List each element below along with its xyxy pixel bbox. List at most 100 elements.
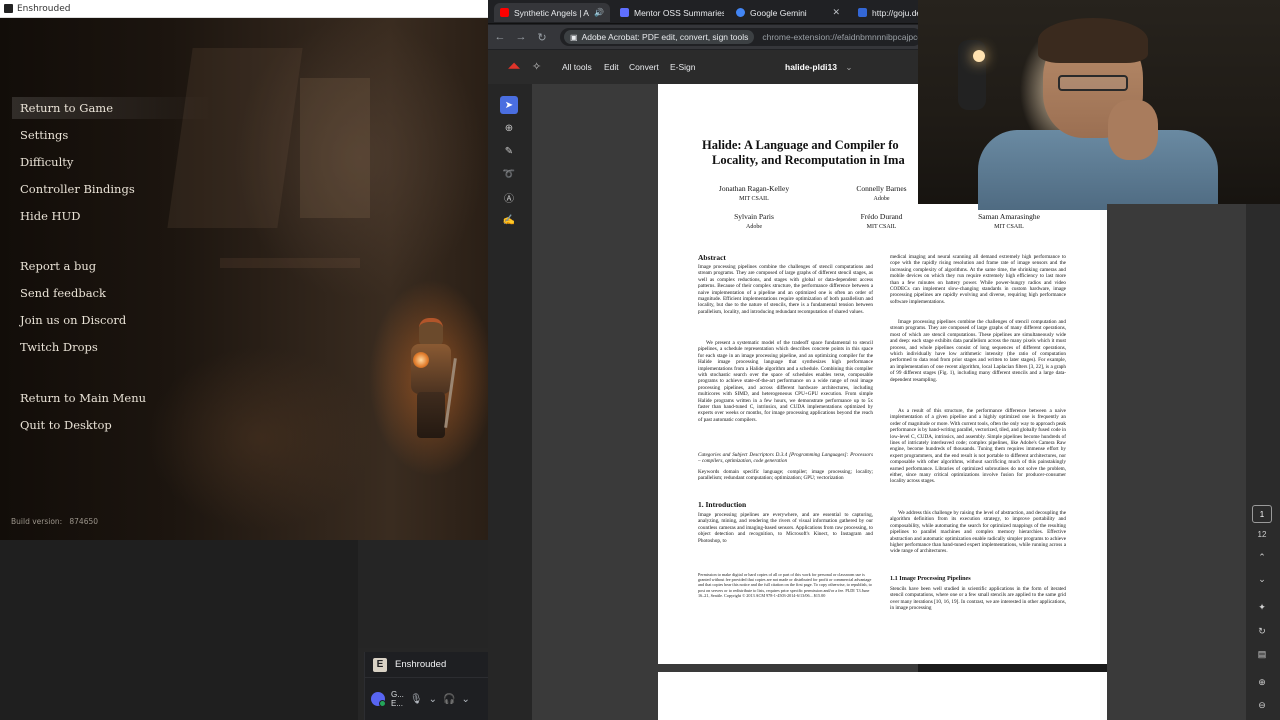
chevron-up-icon[interactable]: ⌃ xyxy=(1252,548,1272,566)
pdf-page-2 xyxy=(658,672,1107,720)
stone-ledge xyxy=(220,258,360,268)
abstract-text: Image processing pipelines combine the c… xyxy=(698,264,873,315)
zoom-out-icon[interactable]: ⊖ xyxy=(1252,696,1272,714)
url-text: chrome-extension://efaidnbmnnnibpcajpcgl… xyxy=(762,32,922,42)
sign-icon[interactable]: ✍ xyxy=(500,211,518,229)
abstract-text-2: We present a systematic model of the tra… xyxy=(698,340,873,423)
chevron-down-icon[interactable]: ⌄ xyxy=(429,694,437,705)
tab-label: Synthetic Angels | A xyxy=(514,7,589,18)
menu-twitch-drops[interactable]: Twitch Drops xyxy=(12,336,212,358)
build-number: 874650 xyxy=(69,517,99,526)
acrobat-tool-rail: ➤ ⊕ ✎ ➰ Ⓐ ✍ xyxy=(488,84,532,720)
document-filename[interactable]: halide-pldi13 ⌄ xyxy=(785,62,852,73)
tab-goju-dev[interactable]: http://goju.dev xyxy=(852,3,922,22)
desktop-panel xyxy=(0,540,358,720)
ai-assistant-icon[interactable]: ✧ xyxy=(532,60,541,73)
abstract-heading: Abstract xyxy=(698,253,726,262)
right-column-text: Image processing pipelines combine the c… xyxy=(890,319,1066,383)
mentor-favicon-icon xyxy=(620,8,629,17)
author-name: Frédo Durand xyxy=(860,212,903,221)
select-cursor-icon[interactable]: ➤ xyxy=(500,96,518,114)
microphone-icon[interactable]: 🎙 xyxy=(410,694,423,705)
menu-quit-desktop[interactable]: Quit to Desktop xyxy=(12,414,212,436)
draw-lasso-icon[interactable]: ➰ xyxy=(500,165,518,183)
tab-synthetic-angels[interactable]: Synthetic Angels | A 🔊 ✕ xyxy=(494,3,610,22)
extension-icon: ▣ xyxy=(570,32,578,42)
tab-google-gemini[interactable]: Google Gemini ✕ xyxy=(730,3,846,22)
build-version: Build version: 874650 xyxy=(11,517,98,526)
acrobat-logo-icon[interactable]: ⏶ xyxy=(506,59,522,75)
menu-settings[interactable]: Settings xyxy=(12,124,212,146)
menu-edit[interactable]: Edit xyxy=(604,62,619,72)
headset-icon[interactable]: 🎧 xyxy=(443,694,455,705)
game-window: Enshrouded Return to Game Settings Diffi… xyxy=(0,0,488,540)
menu-controller-bindings[interactable]: Controller Bindings xyxy=(12,178,212,200)
menu-return-to-game[interactable]: Return to Game xyxy=(12,97,212,119)
extension-chip-label: Adobe Acrobat: PDF edit, convert, sign t… xyxy=(581,32,749,42)
right-column-text: medical imaging and neural scanning all … xyxy=(890,254,1066,305)
menu-convert[interactable]: Convert xyxy=(629,62,659,72)
discord-panel: E Enshrouded G... E... 🎙 ⌄ 🎧 ⌄ xyxy=(364,652,489,720)
desk-lamp xyxy=(973,50,985,62)
enshrouded-app-icon xyxy=(4,4,13,13)
navigation-bar: ← → ↻ ▣ Adobe Acrobat: PDF edit, convert… xyxy=(488,25,922,49)
game-titlebar[interactable]: Enshrouded xyxy=(0,0,488,18)
player-character xyxy=(405,318,457,438)
streamer-hair xyxy=(1038,18,1148,63)
enshrouded-icon: E xyxy=(373,657,387,672)
chevron-down-icon[interactable]: ⌄ xyxy=(461,694,469,705)
gemini-icon xyxy=(736,8,745,17)
user-avatar[interactable] xyxy=(371,692,386,707)
speaker-icon[interactable]: 🔊 xyxy=(594,8,604,17)
author-affiliation: MIT CSAIL xyxy=(866,224,897,230)
menu-report-bug[interactable]: Report a bug xyxy=(12,255,212,277)
menu-all-tools[interactable]: All tools xyxy=(562,62,592,72)
close-icon[interactable]: ✕ xyxy=(832,7,840,18)
page-navigation-rail xyxy=(1246,204,1280,720)
highlight-pen-icon[interactable]: ✎ xyxy=(500,142,518,160)
close-icon[interactable]: ✕ xyxy=(609,7,610,18)
filename-text: halide-pldi13 xyxy=(785,62,837,72)
menu-hide-hud[interactable]: Hide HUD xyxy=(12,205,212,227)
zoom-in-icon[interactable]: ⊕ xyxy=(1252,673,1272,691)
refresh-icon[interactable]: ↻ xyxy=(1252,622,1272,640)
reload-icon[interactable]: ↻ xyxy=(533,28,551,46)
build-label: Build version: xyxy=(11,517,63,526)
discord-user-bar: G... E... 🎙 ⌄ 🎧 ⌄ xyxy=(365,686,489,712)
back-icon[interactable]: ← xyxy=(491,28,509,46)
subsection-heading: 1.1 Image Processing Pipelines xyxy=(890,575,971,582)
add-comment-icon[interactable]: ⊕ xyxy=(500,119,518,137)
total-pages: 12 xyxy=(1257,530,1267,539)
chevron-down-icon[interactable]: ⌄ xyxy=(845,62,852,72)
right-column-text: As a result of this structure, the perfo… xyxy=(890,408,1066,485)
menu-difficulty[interactable]: Difficulty xyxy=(12,151,212,173)
chevron-down-icon[interactable]: ⌄ xyxy=(1252,570,1272,588)
author-affiliation: MIT CSAIL xyxy=(739,196,769,202)
menu-esign[interactable]: E-Sign xyxy=(670,62,696,72)
tab-bar: Synthetic Angels | A 🔊 ✕ Mentor OSS Summ… xyxy=(488,0,922,24)
menu-join-discord[interactable]: Join us on Discord xyxy=(12,309,212,331)
tab-label: Google Gemini xyxy=(750,7,807,18)
author-affiliation: Adobe xyxy=(873,196,890,202)
keywords-text: Keywords domain specific language; compi… xyxy=(698,469,873,482)
menu-return-main-menu[interactable]: Return to Main Menu xyxy=(12,387,212,409)
ai-sparkle-icon[interactable]: ✦ xyxy=(1252,598,1272,616)
youtube-icon xyxy=(500,8,509,17)
discord-activity[interactable]: E Enshrouded xyxy=(365,652,489,678)
text-box-icon[interactable]: Ⓐ xyxy=(500,188,518,206)
forward-icon[interactable]: → xyxy=(512,28,530,46)
address-bar[interactable]: ▣ Adobe Acrobat: PDF edit, convert, sign… xyxy=(560,28,922,46)
paper-title: Halide: A Language and Compiler fo Local… xyxy=(702,138,905,168)
introduction-text: Image processing pipelines are everywher… xyxy=(698,512,873,544)
tab-mentor-oss[interactable]: Mentor OSS Summaries ✕ xyxy=(614,3,724,22)
right-column-text: We address this challenge by raising the… xyxy=(890,510,1066,555)
introduction-heading: 1. Introduction xyxy=(698,500,747,509)
document-icon[interactable]: ▤ xyxy=(1252,645,1272,663)
streamer-hand xyxy=(1108,100,1158,160)
menu-send-feedback[interactable]: Send feedback xyxy=(12,282,212,304)
extension-chip[interactable]: ▣ Adobe Acrobat: PDF edit, convert, sign… xyxy=(564,30,755,44)
paper-title-line2: Locality, and Recomputation in Ima xyxy=(712,153,905,167)
current-page-field[interactable]: 1 xyxy=(1252,505,1272,523)
discord-username: G... E... xyxy=(391,690,404,708)
author-name: Sylvain Paris xyxy=(734,212,774,221)
